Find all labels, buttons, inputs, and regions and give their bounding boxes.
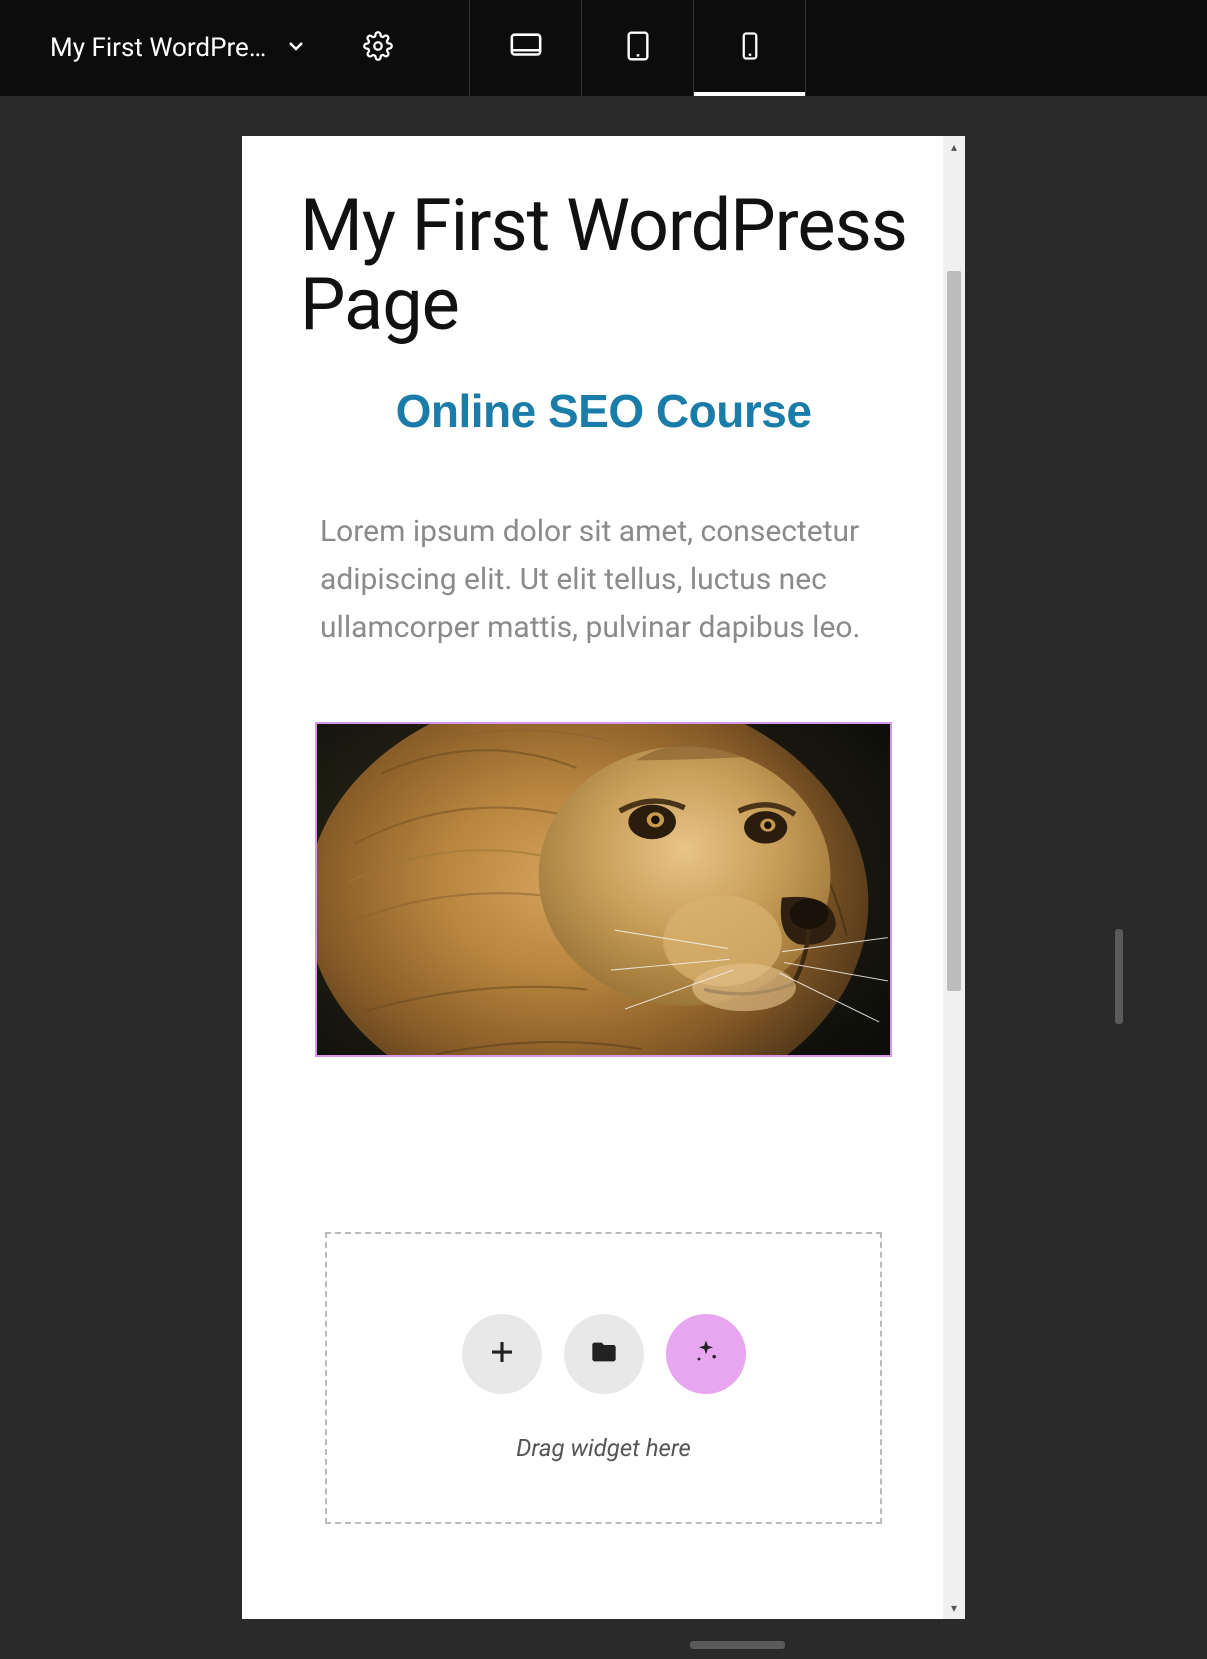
ai-button[interactable] <box>666 1314 746 1394</box>
chevron-down-icon[interactable] <box>284 34 308 62</box>
tablet-tab[interactable] <box>582 0 694 96</box>
add-widget-button[interactable] <box>462 1314 542 1394</box>
folder-icon <box>590 1338 618 1370</box>
device-tabs <box>470 0 806 96</box>
resize-handle-right[interactable] <box>1115 929 1123 1024</box>
canvas-area: My First WordPress Page Online SEO Cours… <box>0 96 1207 1659</box>
mobile-icon <box>735 31 765 65</box>
plus-icon <box>487 1337 517 1371</box>
drop-zone[interactable]: Drag widget here <box>325 1232 882 1524</box>
sparkle-icon <box>692 1338 720 1370</box>
mobile-preview-frame: My First WordPress Page Online SEO Cours… <box>242 136 965 1619</box>
top-toolbar: My First WordPre… <box>0 0 1207 96</box>
mobile-tab[interactable] <box>694 0 806 96</box>
tablet-icon <box>622 30 654 66</box>
drop-buttons <box>347 1314 860 1394</box>
resize-handle-bottom[interactable] <box>690 1641 785 1649</box>
lion-image <box>317 724 890 1055</box>
drop-hint: Drag widget here <box>347 1434 860 1462</box>
folder-button[interactable] <box>564 1314 644 1394</box>
gear-icon[interactable] <box>363 31 393 65</box>
scroll-thumb[interactable] <box>947 271 961 991</box>
body-text[interactable]: Lorem ipsum dolor sit amet, consectetur … <box>300 508 907 652</box>
desktop-tab[interactable] <box>470 0 582 96</box>
page-heading[interactable]: My First WordPress Page <box>300 186 907 344</box>
desktop-icon <box>509 29 543 67</box>
title-section: My First WordPre… <box>0 0 470 96</box>
mobile-content[interactable]: My First WordPress Page Online SEO Cours… <box>242 136 965 1619</box>
seo-heading[interactable]: Online SEO Course <box>300 384 907 438</box>
scrollbar[interactable]: ▴ ▾ <box>943 136 965 1619</box>
scroll-up-icon[interactable]: ▴ <box>943 136 965 158</box>
image-widget[interactable] <box>315 722 892 1057</box>
page-title-truncated: My First WordPre… <box>50 33 266 63</box>
scroll-down-icon[interactable]: ▾ <box>943 1597 965 1619</box>
